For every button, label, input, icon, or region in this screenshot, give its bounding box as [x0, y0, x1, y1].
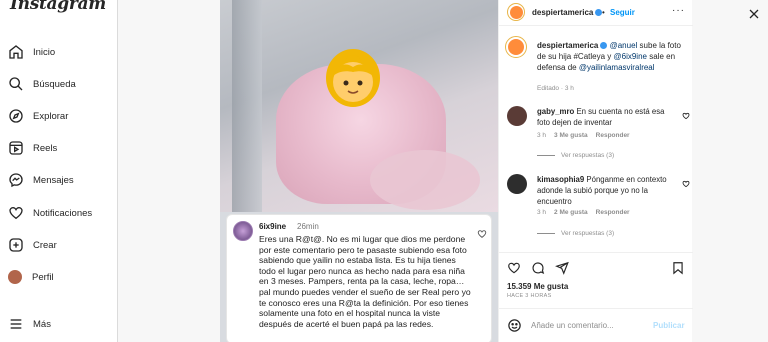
avatar [233, 221, 253, 241]
caption-username[interactable]: despiertamerica [537, 41, 598, 50]
sidebar-item-crear[interactable]: Crear [8, 234, 57, 256]
separator-dot: • [602, 8, 605, 17]
avatar [8, 270, 22, 284]
home-icon [9, 45, 23, 59]
sidebar-item-label: Crear [33, 239, 57, 251]
sidebar-item-label: Inicio [33, 46, 56, 58]
post-actions: 15.359 Me gusta HACE 3 HORAS Añade un co… [499, 252, 693, 342]
heart-icon [477, 230, 487, 238]
sidebar-item-notificaciones[interactable]: Notificaciones [8, 202, 92, 224]
sidebar-item-label: Perfil [32, 271, 54, 283]
reply-button[interactable]: Responder [596, 209, 630, 216]
reply-button[interactable]: Responder [596, 132, 630, 139]
header-username[interactable]: despiertamerica [532, 8, 603, 17]
mention-link[interactable]: @6ix9ine [614, 52, 647, 61]
post-time: HACE 3 HORAS [507, 293, 552, 299]
comment-item: gaby_mro En su cuenta no está esa foto d… [507, 106, 691, 166]
sidebar-item-label: Mensajes [33, 174, 74, 186]
sidebar-item-busqueda[interactable]: Búsqueda [8, 73, 76, 95]
heart-icon[interactable] [507, 261, 521, 275]
menu-icon [10, 319, 22, 329]
comment-likes[interactable]: 2 Me gusta [554, 209, 588, 216]
sidebar-item-perfil[interactable]: Perfil [8, 266, 54, 288]
sidebar: Instagram Inicio Búsqueda Explorar Reels… [0, 0, 118, 342]
sidebar-item-mas[interactable]: Más [8, 313, 51, 335]
sidebar-item-label: Reels [33, 142, 58, 154]
close-icon[interactable] [748, 8, 760, 20]
search-icon [9, 77, 23, 91]
avatar[interactable] [507, 3, 525, 21]
pink-blanket-fold [370, 150, 480, 210]
heart-icon[interactable] [682, 112, 690, 120]
view-replies-button[interactable]: Ver respuestas (3) [537, 230, 614, 237]
comment-likes[interactable]: 3 Me gusta [554, 132, 588, 139]
edited-label: Editado · 3 h [537, 85, 574, 92]
comment-text: gaby_mro En su cuenta no está esa foto d… [537, 107, 665, 127]
post-details-panel: despiertamerica • Seguir ··· despiertame… [498, 0, 693, 342]
avatar[interactable] [505, 36, 527, 58]
sidebar-item-reels[interactable]: Reels [8, 137, 57, 159]
baby-photo [220, 0, 498, 212]
incubator-frame [232, 0, 262, 212]
despierta-logo-icon [508, 39, 524, 55]
verified-icon [600, 42, 608, 49]
sidebar-item-label: Más [33, 318, 51, 330]
sidebar-item-mensajes[interactable]: Mensajes [8, 169, 74, 191]
embed-text: Eres una R@t@. No es mi lugar que dios m… [259, 234, 471, 329]
compass-icon [9, 109, 23, 123]
heart-icon [9, 206, 23, 220]
despierta-logo-icon [509, 5, 523, 19]
girl-emoji-icon [326, 49, 380, 107]
embed-username: 6ix9ine [259, 222, 287, 231]
post-header: despiertamerica • Seguir ··· [499, 0, 693, 26]
comment-time: 3 h [537, 209, 547, 216]
comment-item: kimasophia9 Pónganme en contexto adonde … [507, 174, 691, 244]
comment-meta: 3 h 2 Me gusta Responder [537, 209, 630, 216]
comment-meta: 3 h 3 Me gusta Responder [537, 132, 630, 139]
messenger-icon [9, 173, 23, 188]
add-comment-bar: Añade un comentario... Publicar [499, 308, 693, 342]
avatar[interactable] [507, 174, 527, 194]
avatar[interactable] [507, 106, 527, 126]
mention-link[interactable]: @yailinlamasviralreal [579, 63, 655, 72]
sidebar-item-inicio[interactable]: Inicio [8, 41, 55, 63]
sidebar-item-label: Notificaciones [33, 207, 93, 219]
mention-link[interactable]: @anuel [610, 41, 638, 50]
sidebar-item-label: Búsqueda [33, 78, 76, 90]
sidebar-item-explorar[interactable]: Explorar [8, 105, 68, 127]
heart-icon[interactable] [682, 180, 690, 188]
instagram-logo[interactable]: Instagram [10, 0, 106, 14]
more-options-icon[interactable]: ··· [672, 5, 685, 16]
bookmark-icon[interactable] [671, 261, 685, 275]
follow-button[interactable]: Seguir [610, 8, 635, 17]
comment-icon[interactable] [531, 261, 545, 275]
post-caption: despiertamerica @anuel sube la foto de s… [537, 40, 687, 73]
comment-time: 3 h [537, 132, 547, 139]
share-icon[interactable] [555, 261, 569, 275]
sidebar-item-label: Explorar [33, 110, 69, 122]
comment-input[interactable]: Añade un comentario... [531, 321, 614, 330]
likes-count[interactable]: 15.359 Me gusta [507, 282, 568, 291]
embed-time: 26min [297, 222, 319, 231]
emoji-icon[interactable] [507, 318, 522, 333]
publish-button[interactable]: Publicar [653, 321, 685, 330]
reels-icon [9, 141, 23, 155]
embedded-comment-card: 6ix9ine 26min Eres una R@t@. No es mi lu… [226, 214, 492, 342]
view-replies-button[interactable]: Ver respuestas (3) [537, 152, 614, 159]
comment-text: kimasophia9 Pónganme en contexto adonde … [537, 175, 667, 206]
plus-square-icon [9, 238, 23, 252]
